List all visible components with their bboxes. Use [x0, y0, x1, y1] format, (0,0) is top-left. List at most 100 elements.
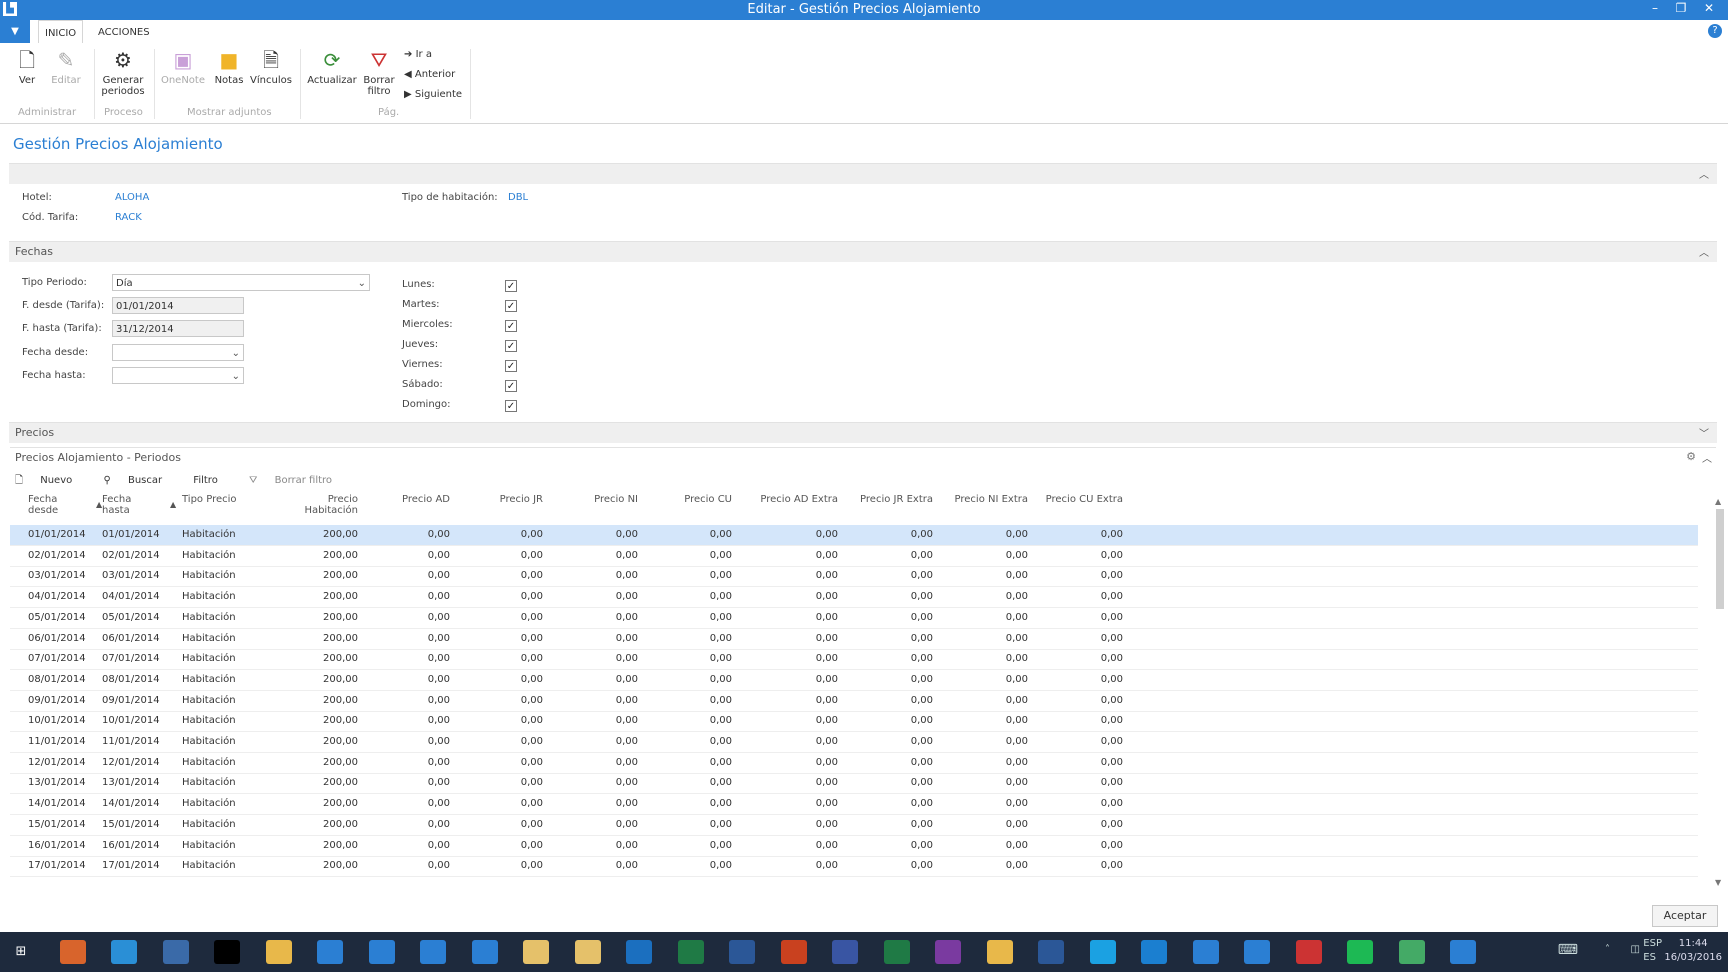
- table-row[interactable]: 03/01/2014 03/01/2014 Habitación 200,00 0,00…: [10, 566, 1698, 588]
- table-cell[interactable]: 0,00: [1025, 757, 1123, 768]
- network-icon[interactable]: ◫: [1631, 944, 1640, 955]
- day-checkbox[interactable]: ✓: [505, 340, 517, 352]
- table-cell[interactable]: 200,00: [260, 860, 358, 871]
- chevron-down-icon[interactable]: ⌄: [232, 368, 240, 385]
- word-icon[interactable]: [729, 940, 755, 964]
- sort-indicator-icon[interactable]: ▲: [170, 500, 176, 509]
- table-cell[interactable]: 0,00: [550, 757, 638, 768]
- anterior-button[interactable]: ◀ Anterior: [404, 69, 455, 80]
- table-cell[interactable]: 0,00: [740, 777, 838, 788]
- system-clock[interactable]: 11:44 16/03/2016: [1664, 937, 1722, 965]
- table-cell[interactable]: 0,00: [362, 550, 450, 561]
- table-cell[interactable]: 0,00: [644, 798, 732, 809]
- help-icon[interactable]: ?: [1708, 24, 1722, 38]
- column-header[interactable]: Precio CU Extra: [1025, 494, 1123, 505]
- table-cell[interactable]: 200,00: [260, 736, 358, 747]
- table-cell[interactable]: 0,00: [362, 570, 450, 581]
- chart-app-icon[interactable]: [420, 940, 446, 964]
- column-header[interactable]: Precio NI: [550, 494, 638, 505]
- table-cell[interactable]: 0,00: [362, 674, 450, 685]
- scroll-down-icon[interactable]: ▼: [1715, 878, 1721, 887]
- table-row[interactable]: 11/01/2014 11/01/2014 Habitación 200,00 0,00…: [10, 732, 1698, 753]
- file-menu-button[interactable]: ▼: [0, 20, 30, 43]
- table-cell[interactable]: 0,00: [455, 529, 543, 540]
- table-cell[interactable]: 0,00: [362, 715, 450, 726]
- column-header[interactable]: Tipo Precio: [182, 494, 252, 505]
- excel-icon[interactable]: [677, 940, 704, 964]
- table-cell[interactable]: 0,00: [930, 757, 1028, 768]
- app-icon[interactable]: [1244, 940, 1270, 964]
- table-cell[interactable]: 0,00: [362, 695, 450, 706]
- table-cell[interactable]: 0,00: [455, 736, 543, 747]
- column-header[interactable]: Fecha desde: [28, 494, 92, 516]
- table-cell[interactable]: 0,00: [455, 633, 543, 644]
- tab-acciones[interactable]: ACCIONES: [92, 20, 156, 43]
- table-cell[interactable]: 0,00: [455, 612, 543, 623]
- table-cell[interactable]: 0,00: [835, 591, 933, 602]
- app-icon[interactable]: [1192, 940, 1219, 964]
- table-cell[interactable]: 0,00: [835, 798, 933, 809]
- table-cell[interactable]: 0,00: [930, 612, 1028, 623]
- table-row[interactable]: 02/01/2014 02/01/2014 Habitación 200,00 0,00…: [10, 546, 1698, 567]
- table-cell[interactable]: 0,00: [550, 840, 638, 851]
- table-row[interactable]: 13/01/2014 13/01/2014 Habitación 200,00 0,00…: [10, 773, 1698, 795]
- chart-app-icon[interactable]: [317, 940, 343, 964]
- ver-button[interactable]: 🗋 Ver: [14, 47, 40, 86]
- editar-button[interactable]: ✎ Editar: [50, 47, 82, 86]
- table-cell[interactable]: 0,00: [835, 715, 933, 726]
- settings-icon[interactable]: ⚙: [1686, 450, 1696, 463]
- table-cell[interactable]: 0,00: [644, 715, 732, 726]
- publisher-icon[interactable]: [883, 940, 910, 964]
- table-row[interactable]: 05/01/2014 05/01/2014 Habitación 200,00 0,00…: [10, 608, 1698, 629]
- table-cell[interactable]: 0,00: [362, 612, 450, 623]
- day-checkbox[interactable]: ✓: [505, 400, 517, 412]
- table-cell[interactable]: 0,00: [644, 612, 732, 623]
- hasta-tarifa-field[interactable]: 31/12/2014: [112, 320, 244, 337]
- table-cell[interactable]: 200,00: [260, 612, 358, 623]
- table-cell[interactable]: 200,00: [260, 840, 358, 851]
- table-cell[interactable]: 0,00: [930, 819, 1028, 830]
- table-cell[interactable]: 0,00: [930, 860, 1028, 871]
- table-cell[interactable]: 0,00: [930, 674, 1028, 685]
- chevron-down-icon[interactable]: ⌄: [232, 345, 240, 362]
- table-cell[interactable]: 0,00: [644, 653, 732, 664]
- table-cell[interactable]: 200,00: [260, 653, 358, 664]
- windows-icon[interactable]: ⊞: [8, 940, 34, 964]
- table-cell[interactable]: 0,00: [550, 674, 638, 685]
- table-cell[interactable]: 0,00: [644, 591, 732, 602]
- table-cell[interactable]: 0,00: [1025, 550, 1123, 561]
- ie-icon[interactable]: [111, 940, 137, 964]
- close-icon[interactable]: ✕: [1698, 1, 1720, 15]
- table-cell[interactable]: 0,00: [644, 777, 732, 788]
- table-cell[interactable]: 0,00: [930, 798, 1028, 809]
- table-cell[interactable]: 0,00: [740, 840, 838, 851]
- table-cell[interactable]: 0,00: [455, 674, 543, 685]
- chevron-up-icon[interactable]: ︿: [1699, 166, 1709, 181]
- table-cell[interactable]: 0,00: [835, 757, 933, 768]
- table-cell[interactable]: 0,00: [550, 777, 638, 788]
- firefox-icon[interactable]: [59, 940, 86, 964]
- column-header[interactable]: Precio NI Extra: [930, 494, 1028, 505]
- table-cell[interactable]: 0,00: [1025, 798, 1123, 809]
- tipo-periodo-select[interactable]: Día ⌄: [112, 274, 370, 291]
- table-cell[interactable]: 0,00: [362, 777, 450, 788]
- table-cell[interactable]: 0,00: [1025, 633, 1123, 644]
- table-cell[interactable]: 200,00: [260, 757, 358, 768]
- vinculos-button[interactable]: 🗎 Vínculos: [250, 47, 292, 86]
- table-cell[interactable]: 0,00: [1025, 591, 1123, 602]
- table-cell[interactable]: 0,00: [930, 653, 1028, 664]
- chevron-down-icon[interactable]: ⌄: [358, 275, 366, 292]
- buscar-button[interactable]: ⚲ Buscar: [103, 475, 176, 486]
- table-row[interactable]: 07/01/2014 07/01/2014 Habitación 200,00 0,00…: [10, 649, 1698, 671]
- table-cell[interactable]: 200,00: [260, 819, 358, 830]
- table-row[interactable]: 17/01/2014 17/01/2014 Habitación 200,00 0,00…: [10, 856, 1698, 878]
- table-cell[interactable]: 0,00: [930, 715, 1028, 726]
- table-cell[interactable]: 0,00: [455, 591, 543, 602]
- day-checkbox[interactable]: ✓: [505, 320, 517, 332]
- column-header[interactable]: Precio AD Extra: [740, 494, 838, 505]
- table-cell[interactable]: 0,00: [362, 798, 450, 809]
- column-header[interactable]: Precio JR: [455, 494, 543, 505]
- aceptar-button[interactable]: Aceptar: [1652, 905, 1718, 927]
- table-cell[interactable]: 0,00: [455, 550, 543, 561]
- table-cell[interactable]: 0,00: [930, 736, 1028, 747]
